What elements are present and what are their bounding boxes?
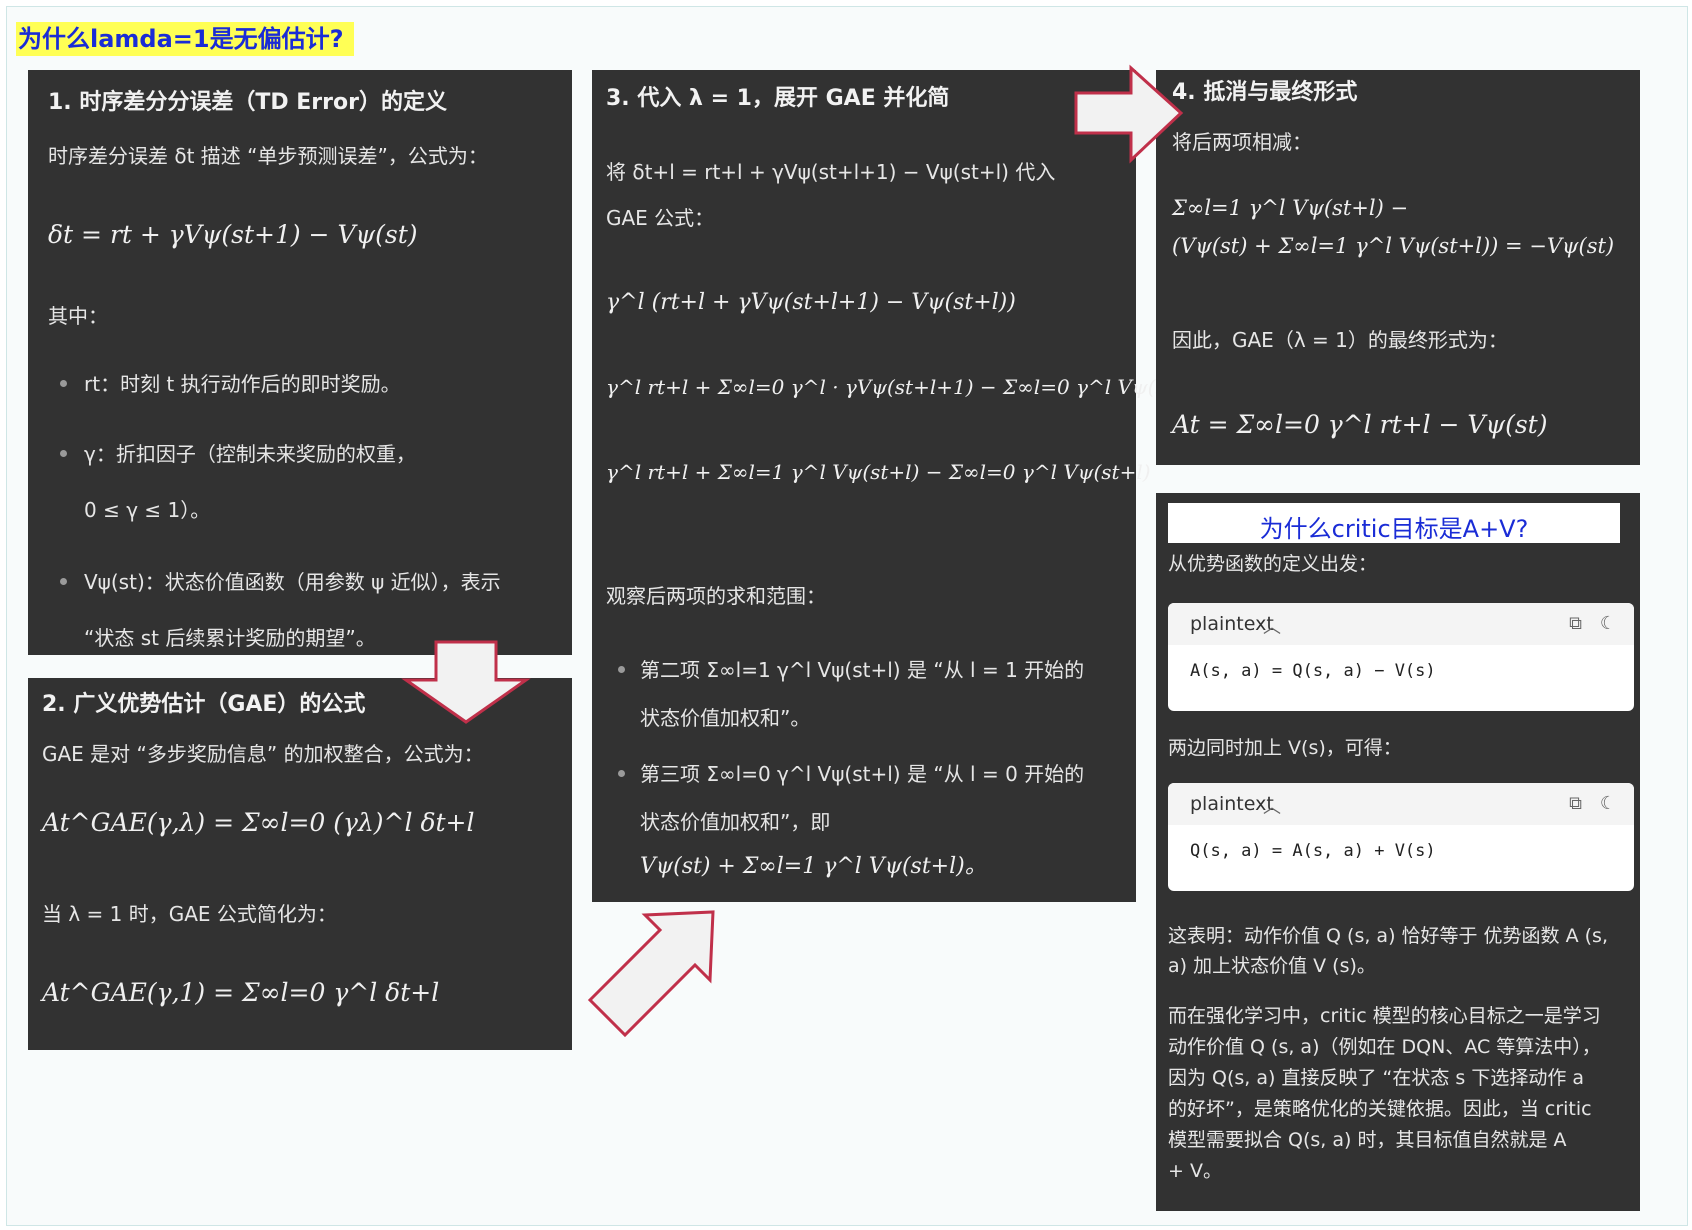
- panel2-mid: 当 λ = 1 时，GAE 公式简化为：: [42, 902, 337, 926]
- panel5-title: 为什么critic目标是A+V?: [1259, 515, 1529, 543]
- panel1-heading: 1. 时序差分分误差（TD Error）的定义: [48, 90, 447, 115]
- bullet-dot: [618, 770, 625, 777]
- panel3-obs: 观察后两项的求和范围：: [606, 584, 826, 608]
- panel3-b1b: 状态价值加权和”。: [640, 706, 811, 730]
- panel1-bullet2b: 0 ≤ γ ≤ 1）。: [84, 498, 211, 522]
- bullet-dot: [60, 578, 67, 585]
- panel3-b1a: 第二项 Σ∞l=1 γ^l Vψ(st+l) 是 “从 l = 1 开始的: [640, 658, 1085, 682]
- panel3-formula3: γ^l rt+l + Σ∞l=1 γ^l Vψ(st+l) − Σ∞l=0 γ^…: [606, 460, 1151, 484]
- bullet-dot: [60, 450, 67, 457]
- panel1-intro: 时序差分误差 δt 描述 “单步预测误差”，公式为：: [48, 144, 488, 168]
- panel3-b2b: 状态价值加权和”，即: [640, 810, 831, 834]
- panel3-b2c: Vψ(st) + Σ∞l=1 γ^l Vψ(st+l)。: [640, 854, 987, 879]
- bullet-dot: [618, 666, 625, 673]
- panel2-formula2: At^GAE(γ,1) = Σ∞l=0 γ^l δt+l: [42, 978, 440, 1007]
- panel3-formula1: γ^l (rt+l + γVψ(st+l+1) − Vψ(st+l)): [606, 290, 1016, 315]
- panel3-heading: 3. 代入 λ = 1，展开 GAE 并化简: [606, 86, 950, 111]
- code-text: A(s, a) = Q(s, a) − V(s): [1190, 661, 1436, 681]
- copy-icon[interactable]: ⧉: [1569, 613, 1582, 634]
- para2-line: 因为 Q(s, a) 直接反映了 “在状态 s 下选择动作 a: [1168, 1067, 1585, 1089]
- panel4-formula1b: (Vψ(st) + Σ∞l=1 γ^l Vψ(st+l)) = −Vψ(st): [1172, 234, 1615, 258]
- arrow-up-right-icon: [587, 910, 715, 1038]
- arrow-down-icon: [401, 640, 531, 724]
- panel3-intro-b: GAE 公式：: [606, 206, 715, 230]
- bullet-dot: [60, 380, 67, 387]
- panel2-formula1: At^GAE(γ,λ) = Σ∞l=0 (γλ)^l δt+l: [42, 808, 475, 837]
- panel5-intro: 从优势函数的定义出发：: [1168, 553, 1378, 575]
- para2-line: + V。: [1168, 1160, 1222, 1182]
- panel4-formula2: At = Σ∞l=0 γ^l rt+l − Vψ(st): [1172, 410, 1548, 439]
- panel2-intro: GAE 是对 “多步奖励信息” 的加权整合，公式为：: [42, 742, 484, 766]
- panel1-formula: δt = rt + γVψ(st+1) − Vψ(st): [48, 220, 418, 249]
- para2-line: 模型需要拟合 Q(s, a) 时，其目标值自然就是 A: [1168, 1129, 1567, 1151]
- chevron-up-icon[interactable]: ︿: [1263, 613, 1281, 639]
- theme-toggle-icon[interactable]: ☾: [1600, 613, 1616, 634]
- para2-line: 动作价值 Q (s, a)（例如在 DQN、AC 等算法中），: [1168, 1036, 1601, 1058]
- panel-expand: 3. 代入 λ = 1，展开 GAE 并化简 将 δt+l = rt+l + γ…: [592, 70, 1205, 902]
- panel-td-error: 1. 时序差分分误差（TD Error）的定义 时序差分误差 δt 描述 “单步…: [28, 70, 572, 655]
- panel1-bullet2a: γ：折扣因子（控制未来奖励的权重，: [84, 442, 416, 466]
- code-language-toggle[interactable]: plaintext: [1190, 793, 1274, 815]
- panel3-intro-a: 将 δt+l = rt+l + γVψ(st+l+1) − Vψ(st+l) 代…: [606, 160, 1056, 184]
- code-text: Q(s, a) = A(s, a) + V(s): [1190, 841, 1436, 861]
- panel3-formula2: γ^l rt+l + Σ∞l=0 γ^l · γVψ(st+l+1) − Σ∞l…: [606, 375, 1205, 399]
- para2-line: 的好坏”，是策略优化的关键依据。因此，当 critic: [1168, 1098, 1592, 1120]
- panel1-where: 其中：: [48, 304, 108, 328]
- para2-line: 而在强化学习中，critic 模型的核心目标之一是学习: [1168, 1005, 1601, 1027]
- panel-critic: 为什么critic目标是A+V? 从优势函数的定义出发： plaintext ︿…: [1156, 493, 1640, 1211]
- theme-toggle-icon[interactable]: ☾: [1600, 793, 1616, 814]
- copy-icon[interactable]: ⧉: [1569, 793, 1582, 814]
- panel5-para2: 而在强化学习中，critic 模型的核心目标之一是学习 动作价值 Q (s, a…: [1168, 1001, 1601, 1187]
- panel1-bullet1: rt：时刻 t 执行动作后的即时奖励。: [84, 372, 401, 396]
- arrow-right-icon: [1074, 64, 1184, 164]
- panel2-heading: 2. 广义优势估计（GAE）的公式: [42, 692, 366, 717]
- code-language-toggle[interactable]: plaintext: [1190, 613, 1274, 635]
- panel5-para1b: a) 加上状态价值 V (s)。: [1168, 955, 1376, 977]
- panel4-formula1a: Σ∞l=1 γ^l Vψ(st+l) −: [1172, 196, 1409, 220]
- panel4-intro: 将后两项相减：: [1172, 130, 1312, 154]
- panel1-bullet3b: “状态 st 后续累计奖励的期望”。: [84, 626, 376, 650]
- code-block-1: plaintext ︿ ⧉ ☾ A(s, a) = Q(s, a) − V(s): [1168, 603, 1634, 711]
- panel4-mid: 因此，GAE（λ = 1）的最终形式为：: [1172, 328, 1508, 352]
- panel5-para1a: 这表明：动作价值 Q (s, a) 恰好等于 优势函数 A (s,: [1168, 925, 1608, 947]
- panel1-bullet3a: Vψ(st)：状态价值函数（用参数 ψ 近似），表示: [84, 570, 501, 594]
- panel-gae: 2. 广义优势估计（GAE）的公式 GAE 是对 “多步奖励信息” 的加权整合，…: [28, 678, 572, 1050]
- panel4-heading: 4. 抵消与最终形式: [1172, 80, 1358, 105]
- panel-final: 4. 抵消与最终形式 将后两项相减： Σ∞l=1 γ^l Vψ(st+l) − …: [1156, 70, 1640, 465]
- panel3-b2a: 第三项 Σ∞l=0 γ^l Vψ(st+l) 是 “从 l = 0 开始的: [640, 762, 1085, 786]
- code-block-2: plaintext ︿ ⧉ ☾ Q(s, a) = A(s, a) + V(s): [1168, 783, 1634, 891]
- page-title: 为什么lamda=1是无偏估计?: [16, 22, 354, 56]
- panel5-mid: 两边同时加上 V(s)，可得：: [1168, 737, 1402, 759]
- chevron-up-icon[interactable]: ︿: [1263, 793, 1281, 819]
